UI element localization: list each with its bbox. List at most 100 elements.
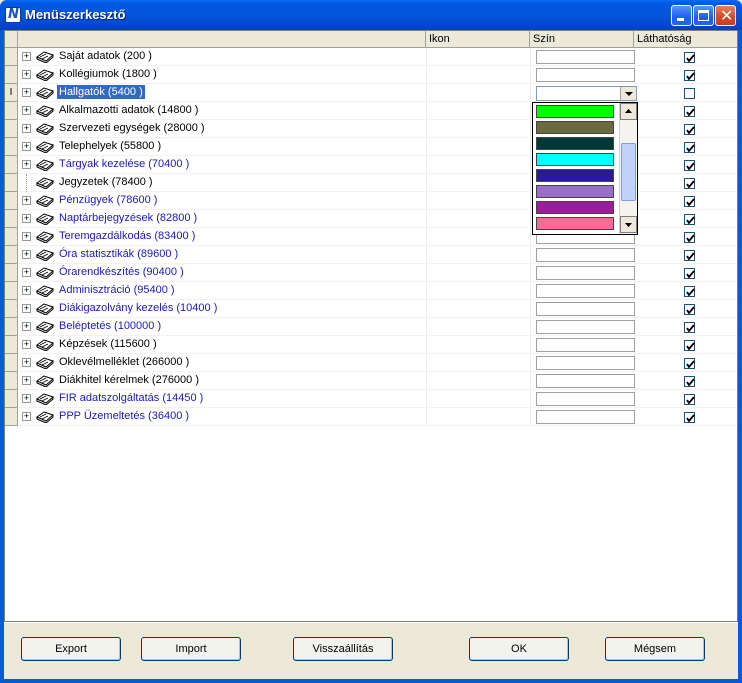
table-row[interactable]: + Kollégiumok (1800 ) <box>18 66 737 84</box>
visibility-checkbox[interactable] <box>684 286 695 297</box>
row-indicator[interactable] <box>5 228 18 246</box>
visibility-checkbox[interactable] <box>684 232 695 243</box>
table-row[interactable]: + Képzések (115600 ) <box>18 336 737 354</box>
header-icon[interactable]: Ikon <box>426 31 530 48</box>
visibility-checkbox[interactable] <box>684 178 695 189</box>
table-row[interactable]: + Óra statisztikák (89600 ) <box>18 246 737 264</box>
row-indicator[interactable]: I <box>5 84 18 102</box>
row-indicator[interactable] <box>5 210 18 228</box>
row-indicator[interactable] <box>5 408 18 426</box>
expand-icon[interactable]: + <box>22 304 31 313</box>
table-row[interactable]: + Diákigazolvány kezelés (10400 ) <box>18 300 737 318</box>
row-indicator[interactable] <box>5 138 18 156</box>
expand-icon[interactable]: + <box>22 160 31 169</box>
scroll-up-button[interactable] <box>620 103 637 120</box>
color-cell[interactable] <box>536 68 635 82</box>
dropdown-scrollbar[interactable] <box>619 103 637 234</box>
menu-grid[interactable]: Ikon Szín Láthatóság + Saját adatok (200 … <box>4 30 738 622</box>
reset-button[interactable]: Visszaállítás <box>293 637 393 661</box>
expand-icon[interactable]: + <box>22 214 31 223</box>
color-cell[interactable] <box>536 320 635 334</box>
visibility-checkbox[interactable] <box>684 160 695 171</box>
visibility-checkbox[interactable] <box>684 304 695 315</box>
visibility-checkbox[interactable] <box>684 340 695 351</box>
row-indicator[interactable] <box>5 264 18 282</box>
maximize-button[interactable] <box>693 5 714 26</box>
color-cell[interactable] <box>536 50 635 64</box>
color-option[interactable] <box>536 153 614 166</box>
visibility-checkbox[interactable] <box>684 70 695 81</box>
row-indicator[interactable] <box>5 246 18 264</box>
color-option[interactable] <box>536 185 614 198</box>
expand-icon[interactable]: + <box>22 124 31 133</box>
color-cell[interactable] <box>536 392 635 406</box>
expand-icon[interactable]: + <box>22 88 31 97</box>
visibility-checkbox[interactable] <box>684 88 695 99</box>
color-cell[interactable] <box>536 266 635 280</box>
header-visibility[interactable]: Láthatóság <box>634 31 737 48</box>
row-indicator[interactable] <box>5 174 18 192</box>
visibility-checkbox[interactable] <box>684 394 695 405</box>
expand-icon[interactable]: + <box>22 412 31 421</box>
table-row[interactable]: + Órarendkészítés (90400 ) <box>18 264 737 282</box>
color-cell[interactable] <box>536 248 635 262</box>
export-button[interactable]: Export <box>21 637 121 661</box>
row-indicator[interactable] <box>5 390 18 408</box>
expand-icon[interactable]: + <box>22 52 31 61</box>
expand-icon[interactable]: + <box>22 340 31 349</box>
row-indicator[interactable] <box>5 318 18 336</box>
ok-button[interactable]: OK <box>469 637 569 661</box>
table-row[interactable]: + Oklevélmelléklet (266000 ) <box>18 354 737 372</box>
table-row[interactable]: + Beléptetés (100000 ) <box>18 318 737 336</box>
row-indicator[interactable] <box>5 336 18 354</box>
expand-icon[interactable]: + <box>22 394 31 403</box>
visibility-checkbox[interactable] <box>684 106 695 117</box>
cancel-button[interactable]: Mégsem <box>605 637 705 661</box>
color-cell[interactable] <box>536 356 635 370</box>
expand-icon[interactable]: + <box>22 196 31 205</box>
color-cell[interactable] <box>536 284 635 298</box>
row-indicator[interactable] <box>5 102 18 120</box>
table-row[interactable]: + Saját adatok (200 ) <box>18 48 737 66</box>
table-row[interactable]: + FIR adatszolgáltatás (14450 ) <box>18 390 737 408</box>
visibility-checkbox[interactable] <box>684 52 695 63</box>
expand-icon[interactable]: + <box>22 106 31 115</box>
header-name[interactable] <box>18 31 426 48</box>
close-button[interactable]: ✕ <box>715 5 736 26</box>
expand-icon[interactable]: + <box>22 376 31 385</box>
minimize-button[interactable] <box>671 5 692 26</box>
table-row[interactable]: + PPP Üzemeltetés (36400 ) <box>18 408 737 426</box>
row-indicator[interactable] <box>5 300 18 318</box>
row-indicator[interactable] <box>5 48 18 66</box>
color-option[interactable] <box>536 121 614 134</box>
color-option[interactable] <box>536 217 614 230</box>
visibility-checkbox[interactable] <box>684 268 695 279</box>
row-indicator[interactable] <box>5 192 18 210</box>
expand-icon[interactable]: + <box>22 142 31 151</box>
visibility-checkbox[interactable] <box>684 142 695 153</box>
visibility-checkbox[interactable] <box>684 412 695 423</box>
row-indicator[interactable] <box>5 66 18 84</box>
color-option[interactable] <box>536 201 614 214</box>
visibility-checkbox[interactable] <box>684 196 695 207</box>
expand-icon[interactable]: + <box>22 268 31 277</box>
expand-icon[interactable]: + <box>22 232 31 241</box>
expand-icon[interactable]: + <box>22 70 31 79</box>
title-bar[interactable]: N Menüszerkesztő ✕ <box>0 0 742 30</box>
expand-icon[interactable]: + <box>22 250 31 259</box>
color-option[interactable] <box>536 137 614 150</box>
header-color[interactable]: Szín <box>530 31 634 48</box>
visibility-checkbox[interactable] <box>684 250 695 261</box>
row-indicator[interactable] <box>5 120 18 138</box>
expand-icon[interactable]: + <box>22 286 31 295</box>
visibility-checkbox[interactable] <box>684 322 695 333</box>
table-row[interactable]: + Hallgatók (5400 ) <box>18 84 737 102</box>
row-indicator[interactable] <box>5 282 18 300</box>
color-cell[interactable] <box>536 374 635 388</box>
visibility-checkbox[interactable] <box>684 358 695 369</box>
visibility-checkbox[interactable] <box>684 124 695 135</box>
visibility-checkbox[interactable] <box>684 214 695 225</box>
table-row[interactable]: + Adminisztráció (95400 ) <box>18 282 737 300</box>
color-cell[interactable] <box>536 410 635 424</box>
combo-dropdown-button[interactable] <box>620 87 636 100</box>
